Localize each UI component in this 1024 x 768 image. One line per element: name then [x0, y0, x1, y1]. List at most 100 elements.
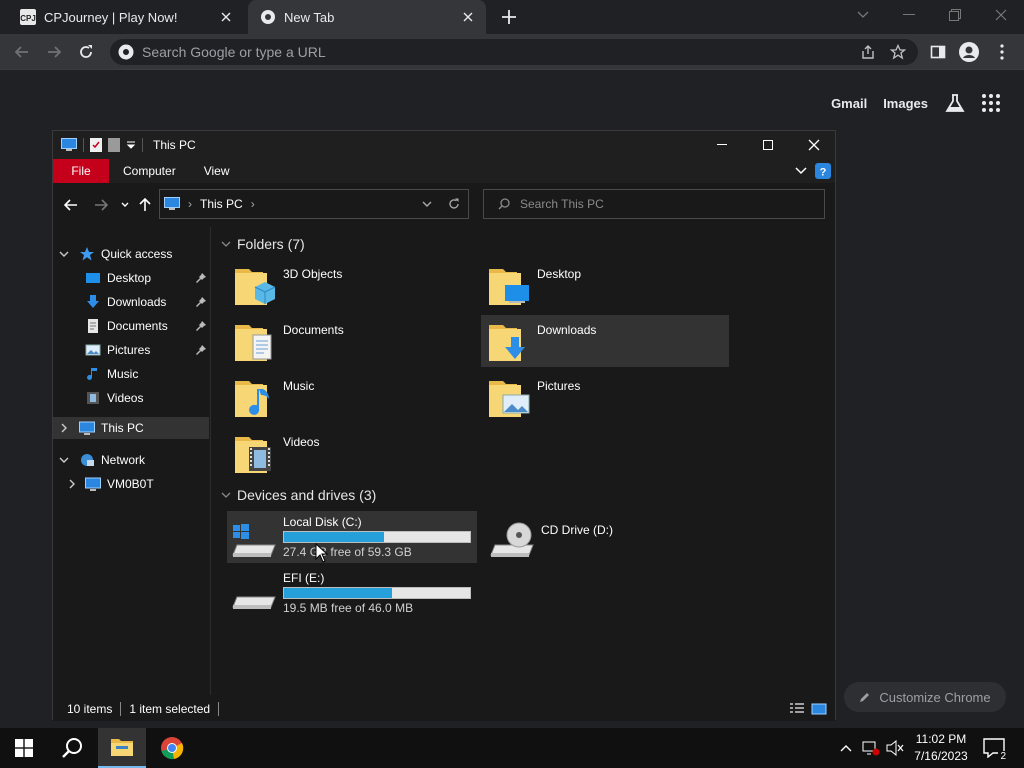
nav-desktop[interactable]: Desktop: [85, 267, 151, 289]
labs-flask-icon[interactable]: [944, 92, 966, 114]
qat-dropdown-icon[interactable]: [126, 140, 136, 150]
new-folder-icon[interactable]: [108, 138, 120, 152]
nav-this-pc[interactable]: This PC: [53, 417, 209, 439]
minimize-icon[interactable]: [896, 4, 922, 26]
svg-text:CPJ: CPJ: [20, 14, 36, 23]
drive-local-disk-c[interactable]: Local Disk (C:) 27.4 GB free of 59.3 GB: [227, 511, 477, 563]
nav-quick-access[interactable]: Quick access: [79, 243, 172, 265]
tab-cpjourney[interactable]: CPJ CPJourney | Play Now!: [8, 0, 244, 34]
properties-icon[interactable]: [90, 138, 102, 152]
side-panel-icon[interactable]: [926, 40, 950, 64]
reload-icon[interactable]: [74, 40, 98, 64]
recent-locations-chevron-icon[interactable]: [115, 195, 135, 215]
documents-folder-icon: [235, 325, 272, 361]
tab-new-tab[interactable]: New Tab: [248, 0, 486, 34]
nav-label: Documents: [107, 319, 168, 333]
nav-documents[interactable]: Documents: [85, 315, 168, 337]
help-icon[interactable]: ?: [815, 163, 831, 179]
gmail-link[interactable]: Gmail: [831, 96, 867, 111]
nav-label: VM0B0T: [107, 477, 154, 491]
folder-videos[interactable]: Videos: [227, 427, 475, 479]
group-title: Devices and drives (3): [237, 487, 377, 503]
minimize-icon[interactable]: [699, 131, 745, 159]
file-explorer-window: This PC File Computer View ? › This PC ›…: [52, 130, 837, 721]
bookmark-star-icon[interactable]: [890, 44, 906, 60]
nav-label: Network: [101, 453, 146, 467]
collapse-chevron-icon[interactable]: [59, 455, 69, 465]
folder-3d-objects[interactable]: 3D Objects: [227, 259, 475, 311]
breadcrumb-this-pc[interactable]: This PC: [200, 197, 243, 211]
nav-downloads[interactable]: Downloads: [85, 291, 166, 313]
folder-music[interactable]: Music: [227, 371, 475, 423]
cpjourney-favicon-icon: CPJ: [20, 9, 36, 25]
start-windows-icon[interactable]: [4, 728, 44, 768]
images-link[interactable]: Images: [883, 96, 928, 111]
video-film-icon: [87, 392, 99, 404]
details-view-icon[interactable]: [789, 703, 805, 715]
expand-ribbon-chevron-icon[interactable]: [795, 167, 807, 175]
folder-pictures[interactable]: Pictures: [481, 371, 729, 423]
apps-grid-icon[interactable]: [982, 94, 1000, 112]
close-window-icon[interactable]: [988, 4, 1014, 26]
show-hidden-icons-chevron-icon[interactable]: [836, 728, 856, 768]
ribbon-tab-file[interactable]: File: [53, 159, 109, 183]
forward-arrow-icon[interactable]: [91, 195, 111, 215]
nav-music[interactable]: Music: [85, 363, 138, 385]
new-tab-plus-icon[interactable]: [498, 6, 520, 28]
system-clock[interactable]: 11:02 PM 7/16/2023: [910, 731, 972, 765]
expand-chevron-icon[interactable]: [67, 479, 77, 489]
notification-count-badge: 2: [998, 751, 1008, 762]
folder-desktop[interactable]: Desktop: [481, 259, 729, 311]
volume-muted-icon[interactable]: [884, 728, 906, 768]
ribbon-tab-computer[interactable]: Computer: [109, 164, 190, 178]
ribbon-tab-view[interactable]: View: [190, 164, 244, 178]
search-box[interactable]: Search This PC: [483, 189, 825, 219]
collapse-chevron-icon: [221, 241, 231, 247]
restore-icon[interactable]: [942, 4, 968, 26]
drive-efi-e[interactable]: EFI (E:) 19.5 MB free of 46.0 MB: [227, 567, 477, 619]
drive-cd-d[interactable]: CD Drive (D:): [485, 511, 735, 563]
nav-pictures[interactable]: Pictures: [85, 339, 150, 361]
item-count: 10 items: [67, 702, 113, 716]
address-bar[interactable]: › This PC ›: [159, 189, 469, 219]
notification-center-icon[interactable]: 2: [980, 728, 1008, 768]
forward-arrow-icon[interactable]: [42, 40, 66, 64]
network-status-icon[interactable]: [860, 728, 882, 768]
up-arrow-icon[interactable]: [135, 195, 155, 215]
close-icon[interactable]: [791, 131, 837, 159]
tab-close-icon[interactable]: [216, 7, 236, 27]
large-icons-view-icon[interactable]: [811, 703, 827, 715]
tab-search-chevron-icon[interactable]: [850, 4, 876, 26]
expand-chevron-icon[interactable]: [59, 423, 69, 433]
maximize-icon[interactable]: [745, 131, 791, 159]
music-folder-icon: [235, 381, 269, 417]
chrome-taskbar-icon[interactable]: [150, 728, 194, 768]
file-explorer-taskbar-icon[interactable]: [98, 728, 146, 768]
back-arrow-icon[interactable]: [10, 40, 34, 64]
chrome-menu-icon[interactable]: [990, 40, 1014, 64]
address-history-chevron-icon[interactable]: [422, 201, 432, 207]
nav-videos[interactable]: Videos: [85, 387, 143, 409]
profile-avatar-icon[interactable]: [957, 40, 981, 64]
search-icon[interactable]: [52, 728, 92, 768]
omnibox[interactable]: Search Google or type a URL: [110, 39, 918, 65]
folder-documents[interactable]: Documents: [227, 315, 475, 367]
folder-label: Music: [283, 379, 315, 393]
collapse-chevron-icon[interactable]: [59, 249, 69, 259]
refresh-icon[interactable]: [448, 198, 460, 210]
back-arrow-icon[interactable]: [61, 195, 81, 215]
folder-downloads[interactable]: Downloads: [481, 315, 729, 367]
tab-close-icon[interactable]: [458, 7, 478, 27]
pencil-icon: [860, 693, 870, 702]
share-icon[interactable]: [860, 44, 876, 60]
navigation-pane: Quick access Desktop Downloads Documents…: [53, 227, 211, 695]
chrome-favicon-icon: [261, 10, 275, 24]
search-placeholder: Search This PC: [520, 197, 604, 211]
devices-group-header[interactable]: Devices and drives (3): [221, 484, 376, 506]
customize-chrome-button[interactable]: Customize Chrome: [844, 682, 1006, 712]
nav-network-computer[interactable]: VM0B0T: [85, 473, 154, 495]
pin-icon: [196, 273, 206, 283]
selection-count: 1 item selected: [129, 702, 211, 716]
nav-network[interactable]: Network: [79, 449, 145, 471]
folders-group-header[interactable]: Folders (7): [221, 233, 305, 255]
